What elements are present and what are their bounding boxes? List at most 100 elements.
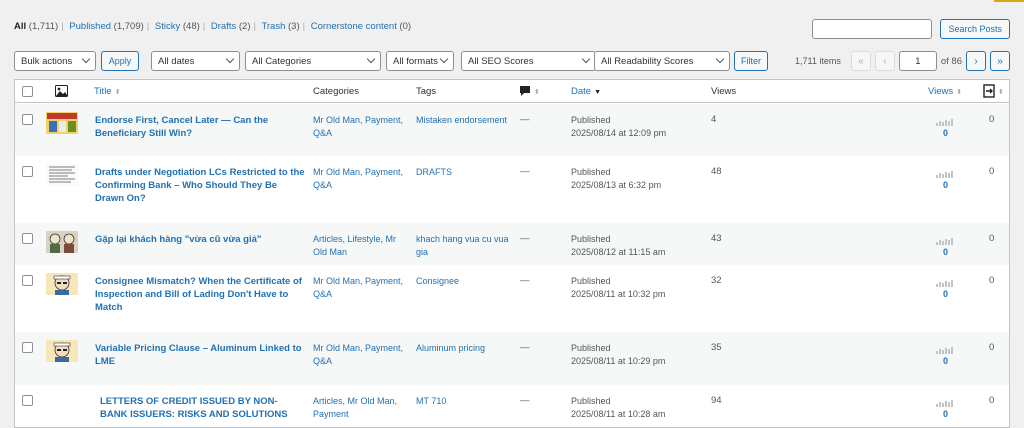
svg-text:⬍: ⬍	[998, 88, 1004, 96]
post-views: 32	[711, 275, 722, 286]
column-categories: Categories	[313, 86, 359, 97]
post-links-count: 0	[989, 166, 995, 177]
posts-table: Title ⬍ Categories Tags ⬍ Date ▼ Views Vie…	[14, 79, 1010, 428]
post-categories[interactable]: Mr Old Man, Payment, Q&A	[313, 166, 408, 192]
post-tags[interactable]: khach hang vua cu vua gia	[416, 233, 514, 259]
search-posts-button[interactable]: Search Posts	[940, 19, 1010, 39]
sort-icon: ⬍	[956, 89, 963, 96]
chevron-down-icon	[225, 54, 235, 64]
row-checkbox[interactable]	[22, 395, 33, 406]
filter-all[interactable]: All (1,711)	[14, 21, 58, 32]
seo-scores-select[interactable]: All SEO Scores	[461, 51, 596, 71]
post-tags[interactable]: Consignee	[416, 275, 514, 288]
post-title-link[interactable]: Variable Pricing Clause – Aluminum Linke…	[95, 342, 305, 368]
post-links-count: 0	[989, 114, 995, 125]
next-page-button[interactable]: ›	[966, 51, 986, 71]
admin-top-bar	[0, 0, 1024, 2]
row-checkbox[interactable]	[22, 166, 33, 177]
post-categories[interactable]: Articles, Mr Old Man, Payment	[313, 395, 408, 421]
filter-published[interactable]: Published (1,709)	[69, 21, 143, 32]
select-all-checkbox[interactable]	[22, 86, 33, 97]
post-tags[interactable]: Aluminum pricing	[416, 342, 514, 355]
column-views-stats[interactable]: Views ⬍	[928, 86, 962, 97]
post-tags[interactable]: Mistaken endorsement	[416, 114, 514, 127]
post-title-link[interactable]: Drafts under Negotiation LCs Restricted …	[95, 166, 305, 205]
post-title-link[interactable]: Gặp lại khách hàng "vừa cũ vừa giả"	[95, 233, 305, 246]
post-comments: —	[520, 395, 530, 406]
table-row: Gặp lại khách hàng "vừa cũ vừa giả" Arti…	[15, 223, 1009, 265]
post-categories[interactable]: Mr Old Man, Payment, Q&A	[313, 275, 408, 301]
post-thumbnail	[46, 112, 78, 134]
post-title-link[interactable]: LETTERS OF CREDIT ISSUED BY NON-BANK ISS…	[100, 395, 305, 421]
total-pages: of 86	[940, 55, 962, 67]
sort-desc-icon: ▼	[594, 89, 602, 96]
row-checkbox[interactable]	[22, 114, 33, 125]
table-row: Drafts under Negotiation LCs Restricted …	[15, 156, 1009, 223]
comments-column[interactable]: ⬍	[519, 85, 541, 97]
post-comments: —	[520, 275, 530, 286]
post-thumbnail	[46, 164, 78, 186]
filter-sticky[interactable]: Sticky (48)	[155, 21, 200, 32]
post-views: 43	[711, 233, 722, 244]
post-thumbnail	[46, 273, 78, 295]
row-checkbox[interactable]	[22, 342, 33, 353]
post-categories[interactable]: Mr Old Man, Payment, Q&A	[313, 114, 408, 140]
post-comments: —	[520, 114, 530, 125]
column-views: Views	[711, 86, 737, 97]
views-stat-link[interactable]: 0	[943, 356, 948, 366]
post-links-count: 0	[989, 342, 995, 353]
views-sparkline-icon	[936, 346, 953, 354]
post-title-link[interactable]: Consignee Mismatch? When the Certificate…	[95, 275, 305, 314]
pagination: 1,711 items « ‹ of 86 › »	[795, 51, 1010, 71]
views-stat-link[interactable]: 0	[943, 289, 948, 299]
search-input[interactable]	[812, 19, 933, 39]
post-tags[interactable]: MT 710	[416, 395, 514, 408]
filter-cornerstone[interactable]: Cornerstone content (0)	[311, 21, 411, 32]
post-categories[interactable]: Articles, Lifestyle, Mr Old Man	[313, 233, 408, 259]
apply-button[interactable]: Apply	[101, 51, 139, 71]
search-box: Search Posts	[812, 19, 1010, 39]
post-categories[interactable]: Mr Old Man, Payment, Q&A	[313, 342, 408, 368]
readability-scores-select[interactable]: All Readability Scores	[594, 51, 730, 71]
column-date[interactable]: Date ▼	[571, 86, 601, 97]
chevron-down-icon	[366, 54, 376, 64]
views-stat-link[interactable]: 0	[943, 180, 948, 190]
image-icon	[55, 85, 68, 97]
post-comments: —	[520, 166, 530, 177]
views-sparkline-icon	[936, 399, 953, 407]
filter-drafts[interactable]: Drafts (2)	[211, 21, 251, 32]
status-filters: All (1,711) | Published (1,709) | Sticky (…	[14, 21, 412, 32]
views-stat-link[interactable]: 0	[943, 247, 948, 257]
post-title-link[interactable]: Endorse First, Cancel Later — Can the Be…	[95, 114, 305, 140]
post-date: Published 2025/08/11 at 10:32 pm	[571, 276, 666, 299]
last-page-button[interactable]: »	[990, 51, 1010, 71]
post-date: Published 2025/08/11 at 10:29 pm	[571, 343, 666, 366]
post-tags[interactable]: DRAFTS	[416, 166, 514, 179]
row-checkbox[interactable]	[22, 275, 33, 286]
categories-select[interactable]: All Categories	[245, 51, 381, 71]
filter-trash[interactable]: Trash (3)	[261, 21, 299, 32]
views-sparkline-icon	[936, 170, 953, 178]
filter-button[interactable]: Filter	[734, 51, 768, 71]
views-stat-link[interactable]: 0	[943, 128, 948, 138]
post-date: Published 2025/08/14 at 12:09 pm	[571, 115, 667, 138]
post-views: 4	[711, 114, 717, 125]
post-thumbnail	[46, 231, 78, 253]
post-comments: —	[520, 342, 530, 353]
post-date: Published 2025/08/12 at 11:15 am	[571, 234, 666, 257]
row-checkbox[interactable]	[22, 233, 33, 244]
dates-select[interactable]: All dates	[151, 51, 240, 71]
internal-links-icon[interactable]: ⬍	[983, 84, 1007, 98]
notice-accent	[994, 0, 1024, 2]
chevron-down-icon	[715, 54, 725, 64]
post-views: 94	[711, 395, 722, 406]
chevron-down-icon	[581, 54, 591, 64]
post-links-count: 0	[989, 395, 995, 406]
formats-select[interactable]: All formats	[386, 51, 454, 71]
post-links-count: 0	[989, 233, 995, 244]
post-date: Published 2025/08/11 at 10:28 am	[571, 396, 666, 419]
current-page-input[interactable]	[898, 51, 937, 71]
bulk-actions-select[interactable]: Bulk actions	[14, 51, 96, 71]
column-title[interactable]: Title ⬍	[94, 86, 120, 97]
views-stat-link[interactable]: 0	[943, 409, 948, 419]
